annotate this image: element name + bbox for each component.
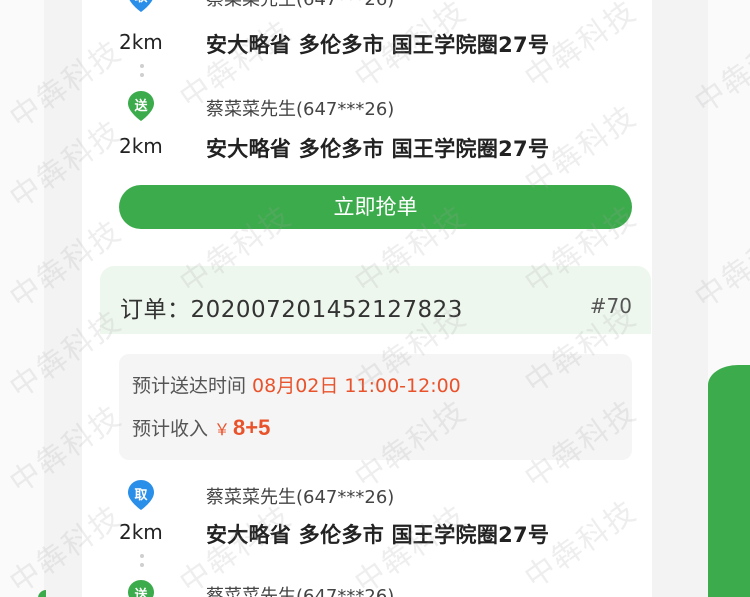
grab-order-button[interactable]: 立即抢单	[119, 185, 632, 229]
pickup-distance: 2km	[119, 30, 163, 54]
delivery-distance: 2km	[119, 134, 163, 158]
income-currency: ￥	[214, 420, 231, 439]
delivery-pin-icon: 送	[128, 580, 154, 597]
income-value: 8+5	[233, 415, 271, 440]
pickup-distance: 2km	[119, 520, 163, 544]
delivery-person: 蔡菜菜先生(647***26)	[206, 586, 395, 597]
eta-value: 08月02日 11:00-12:00	[252, 375, 461, 397]
delivery-person: 蔡菜菜先生(647***26)	[206, 99, 395, 120]
eta-row: 预计送达时间 08月02日 11:00-12:00	[132, 371, 461, 398]
pickup-address: 安大略省 多伦多市 国王学院圈27号	[206, 33, 550, 57]
pickup-pin-icon: 取	[128, 480, 154, 510]
income-label: 预计收入	[132, 418, 209, 440]
pickup-person: 蔡菜菜先生(647***26)	[206, 0, 394, 11]
order-card-top[interactable]: 取 蔡菜菜先生(647***26) 2km 安大略省 多伦多市 国王学院圈27号…	[100, 0, 651, 248]
order-header: 订单：20200720145212782​3 #70	[100, 266, 651, 334]
route-dots	[140, 64, 144, 82]
route-dots	[140, 554, 144, 572]
green-decorative-shape	[708, 365, 750, 597]
pickup-person: 蔡菜菜先生(647***26)	[206, 487, 395, 508]
pickup-pin-icon: 取	[128, 0, 154, 12]
right-side-panel	[652, 0, 708, 597]
eta-label: 预计送达时间	[132, 375, 247, 397]
delivery-pin-icon: 送	[128, 91, 154, 121]
order-info-box: 预计送达时间 08月02日 11:00-12:00 预计收入 ￥ 8+5	[119, 354, 632, 460]
left-side-panel	[44, 0, 82, 597]
pickup-address: 安大略省 多伦多市 国王学院圈27号	[206, 523, 550, 547]
income-row: 预计收入 ￥ 8+5	[132, 414, 270, 441]
order-number: 订单：20200720145212782​3	[120, 297, 463, 323]
left-edge-strip	[0, 0, 44, 597]
order-card[interactable]: 订单：20200720145212782​3 #70 预计送达时间 08月02日 …	[100, 266, 651, 597]
order-index: #70	[589, 294, 632, 318]
delivery-address: 安大略省 多伦多市 国王学院圈27号	[206, 137, 550, 161]
